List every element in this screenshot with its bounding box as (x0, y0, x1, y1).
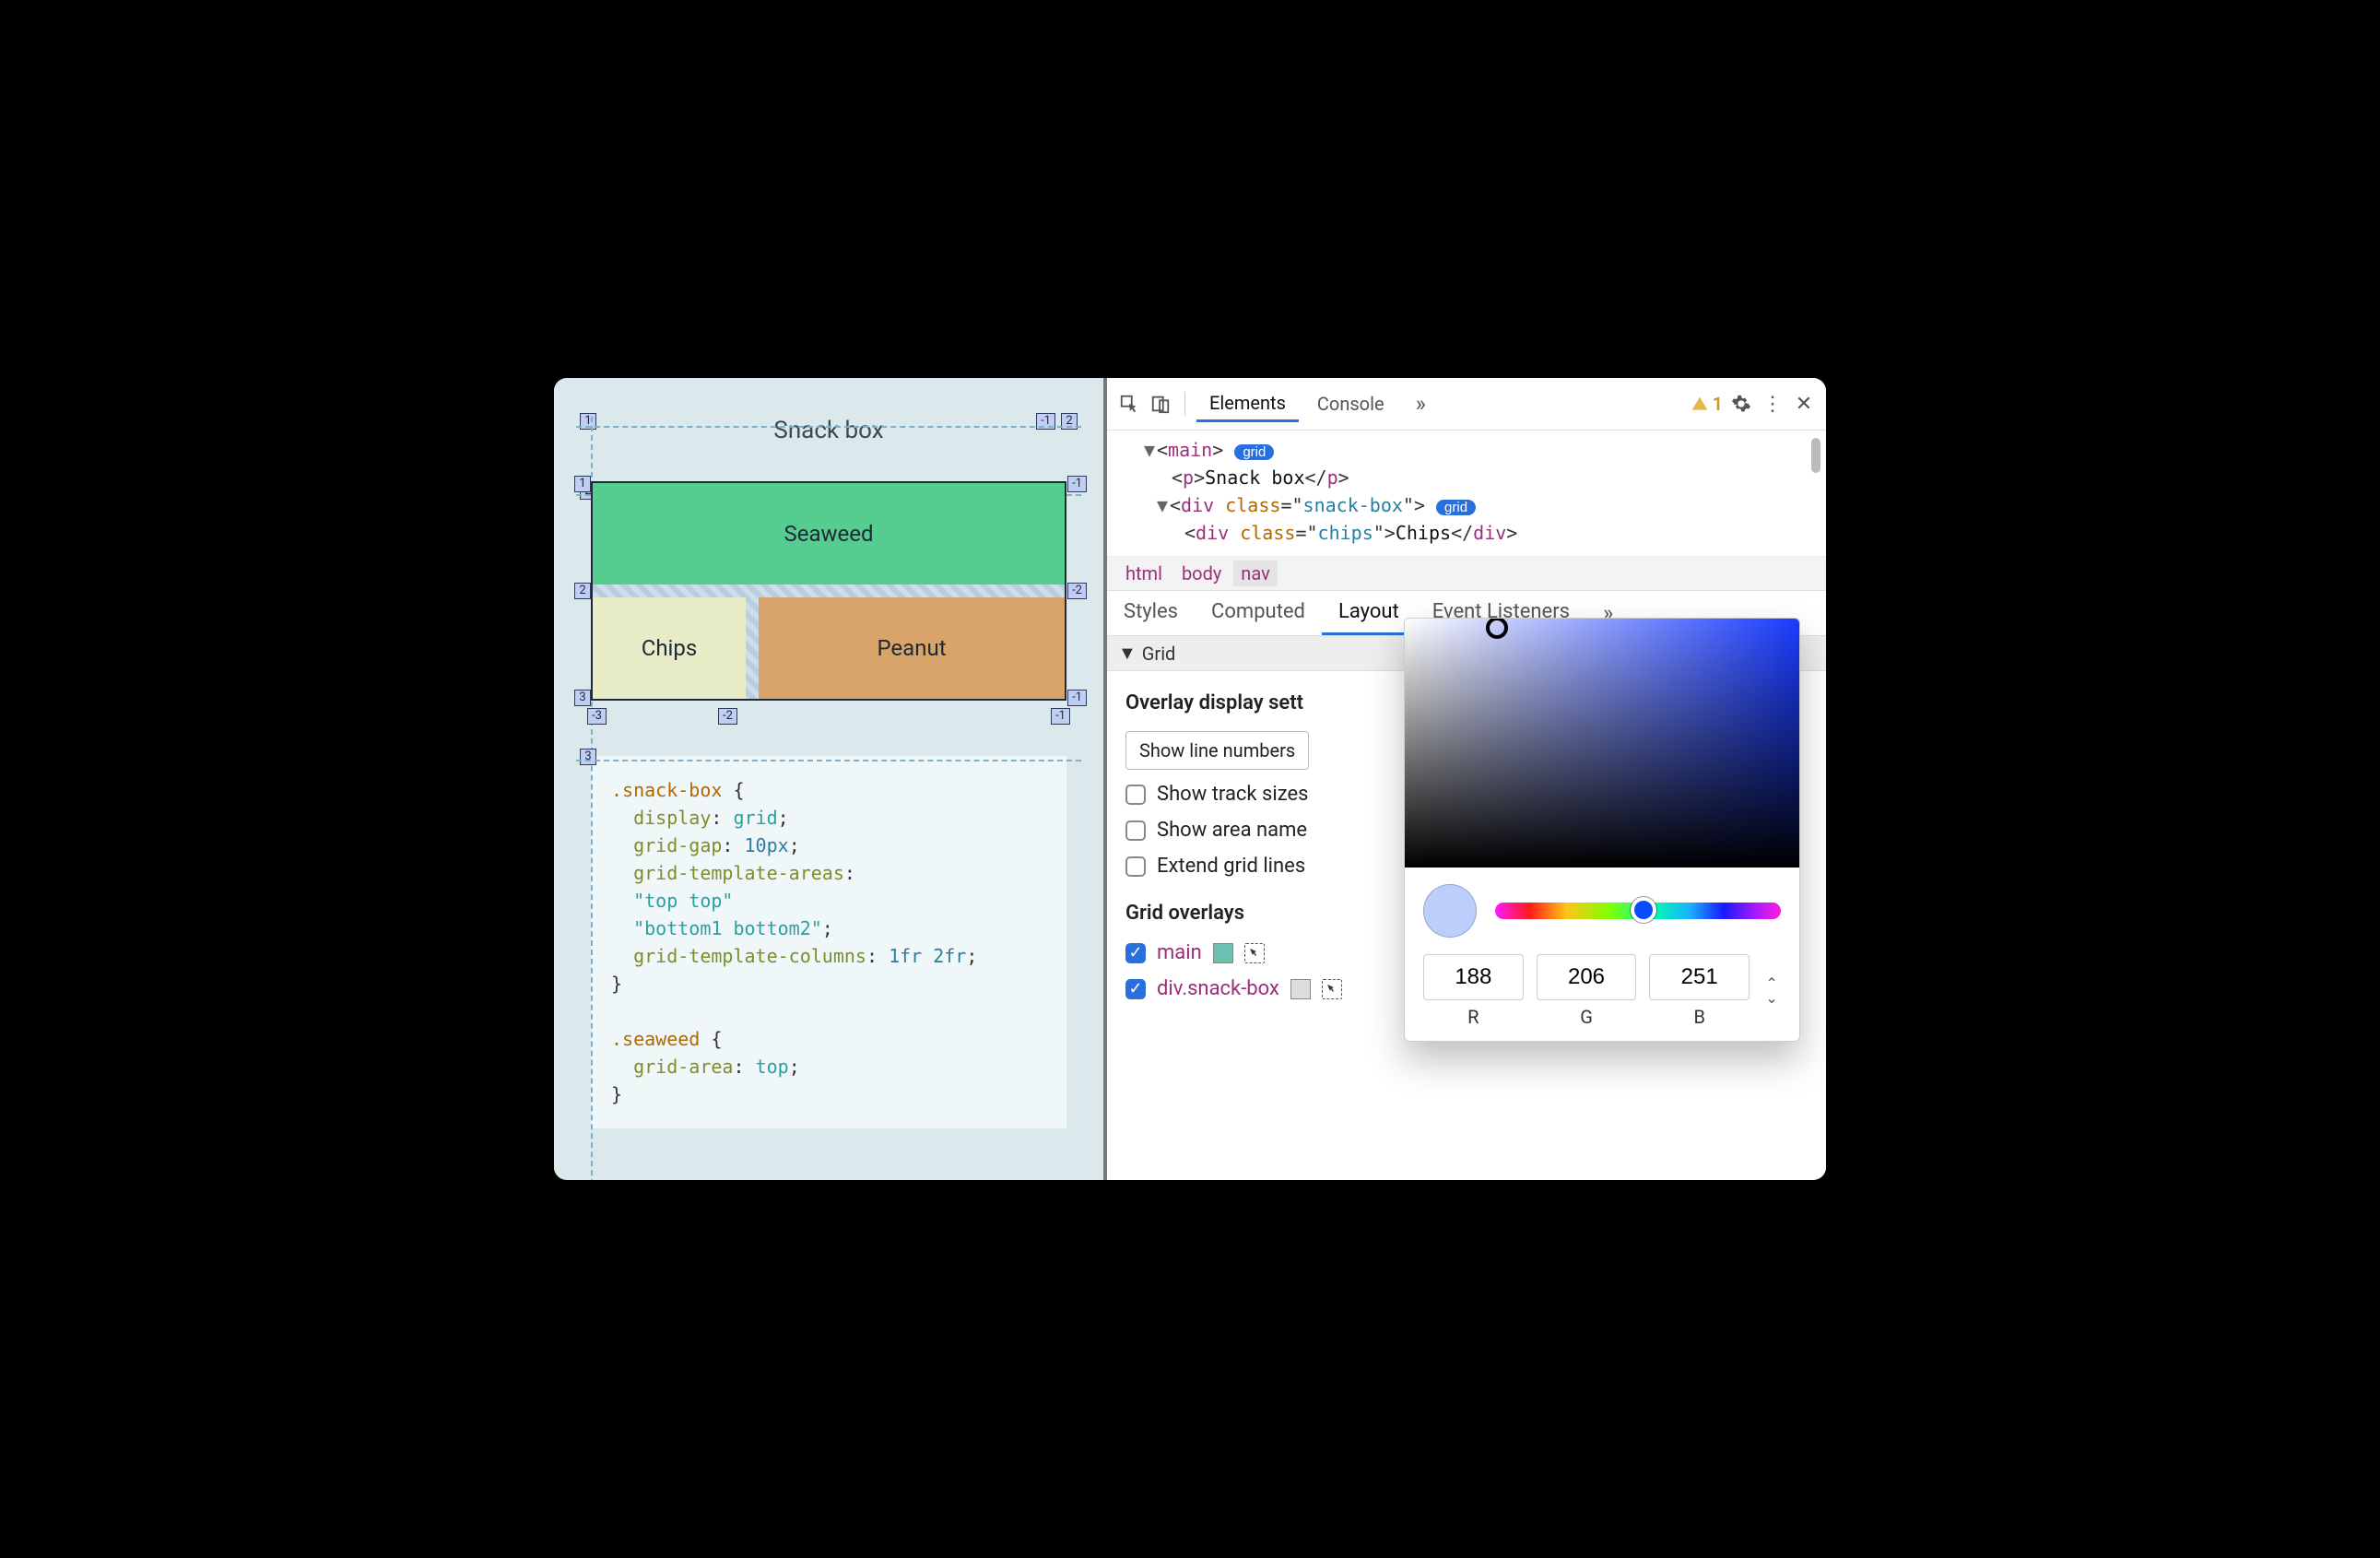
breadcrumb-item[interactable]: body (1174, 561, 1229, 586)
color-r-input[interactable] (1423, 954, 1524, 1000)
grid-line-label: 3 (580, 749, 596, 765)
gear-icon[interactable] (1728, 391, 1754, 417)
page-preview: 1 -1 2 Snack box 2 1 2 3 Seaweed Chips P… (554, 378, 1107, 1180)
devtools-window: 1 -1 2 Snack box 2 1 2 3 Seaweed Chips P… (554, 378, 1826, 1180)
grid-line-label: -2 (718, 708, 737, 725)
color-swatch[interactable] (1290, 979, 1311, 999)
color-g-input[interactable] (1537, 954, 1637, 1000)
device-toggle-icon[interactable] (1148, 391, 1173, 417)
grid-cell-chips: Chips (593, 597, 746, 699)
grid-dash (576, 760, 1081, 761)
dom-attr: snack-box (1303, 494, 1403, 516)
page-title: Snack box (576, 417, 1081, 444)
dom-text: Snack box (1205, 466, 1304, 489)
grid-line-label: -1 (1067, 690, 1087, 706)
color-b-input[interactable] (1649, 954, 1750, 1000)
grid-dash (576, 426, 1081, 428)
code-block: .snack-box { display: grid; grid-gap: 10… (591, 756, 1066, 1128)
overlay-label[interactable]: main (1157, 941, 1202, 964)
inspect-icon[interactable] (1116, 391, 1142, 417)
color-channel-label: B (1649, 1006, 1750, 1028)
grid-line-label: -1 (1051, 708, 1070, 725)
saturation-indicator[interactable] (1486, 618, 1508, 639)
color-channel-label: G (1537, 1006, 1637, 1028)
hue-indicator[interactable] (1631, 897, 1656, 923)
color-mode-toggle-icon[interactable]: ⌃⌄ (1762, 976, 1781, 1006)
disclosure-triangle-icon[interactable]: ▼ (1118, 642, 1137, 665)
line-numbers-select[interactable]: Show line numbers (1125, 731, 1309, 770)
grid-cell-seaweed: Seaweed (593, 483, 1065, 584)
scrollbar-thumb[interactable] (1811, 438, 1820, 473)
tab-elements[interactable]: Elements (1196, 386, 1299, 422)
checkbox-extend-lines[interactable] (1125, 856, 1146, 877)
subtab-layout[interactable]: Layout (1322, 591, 1416, 635)
kebab-icon[interactable]: ⋮ (1760, 391, 1785, 417)
overlay-label[interactable]: div.snack-box (1157, 977, 1279, 1000)
breadcrumb-item[interactable]: nav (1233, 561, 1277, 586)
tab-console[interactable]: Console (1304, 387, 1397, 420)
section-title: Grid (1142, 643, 1176, 665)
close-icon[interactable]: ✕ (1791, 391, 1817, 417)
grid-badge[interactable]: grid (1234, 444, 1274, 460)
dom-tree[interactable]: ▼<main> grid <p>Snack box</p> ▼<div clas… (1107, 431, 1826, 557)
highlight-toggle-icon[interactable] (1322, 979, 1342, 999)
subtab-styles[interactable]: Styles (1107, 591, 1195, 635)
grid-line-label: -1 (1067, 476, 1087, 492)
checkbox-label: Extend grid lines (1157, 855, 1305, 878)
grid-line-label: 1 (574, 476, 591, 492)
grid-cell-peanut: Peanut (759, 597, 1065, 699)
grid-line-label: -2 (1067, 583, 1087, 599)
checkbox-label: Show track sizes (1157, 783, 1309, 806)
color-channel-label: R (1423, 1006, 1524, 1028)
dom-text: Chips (1396, 522, 1451, 544)
hue-slider[interactable] (1495, 903, 1781, 919)
breadcrumb-item[interactable]: html (1118, 561, 1170, 586)
dom-tag-main[interactable]: main (1168, 439, 1212, 461)
current-color-swatch[interactable] (1423, 884, 1477, 938)
grid-line-label: 3 (574, 690, 591, 706)
breadcrumb: html body nav (1107, 557, 1826, 591)
checkbox-area-names[interactable] (1125, 820, 1146, 841)
warnings-badge[interactable]: 1 (1691, 393, 1723, 415)
checkbox-overlay-main[interactable]: ✓ (1125, 943, 1146, 963)
subtab-computed[interactable]: Computed (1195, 591, 1322, 635)
tabs-overflow-icon[interactable]: » (1403, 385, 1439, 422)
grid-badge[interactable]: grid (1436, 500, 1476, 515)
grid-line-label: -3 (587, 708, 607, 725)
highlight-toggle-icon[interactable] (1244, 943, 1265, 963)
checkbox-overlay-snackbox[interactable]: ✓ (1125, 979, 1146, 999)
snack-box-grid: Seaweed Chips Peanut 1 -1 2 -2 3 -1 -3 -… (591, 481, 1066, 701)
warnings-count: 1 (1713, 393, 1723, 415)
devtools-panel: Elements Console » 1 ⋮ ✕ ▼<main> grid <p… (1107, 378, 1826, 1180)
color-picker-popover: R G B ⌃⌄ (1404, 618, 1800, 1042)
checkbox-track-sizes[interactable] (1125, 785, 1146, 805)
devtools-toolbar: Elements Console » 1 ⋮ ✕ (1107, 378, 1826, 431)
grid-line-label: 2 (574, 583, 591, 599)
color-swatch[interactable] (1213, 943, 1233, 963)
dom-attr: chips (1318, 522, 1373, 544)
checkbox-label: Show area name (1157, 819, 1307, 842)
saturation-field[interactable] (1405, 619, 1799, 868)
